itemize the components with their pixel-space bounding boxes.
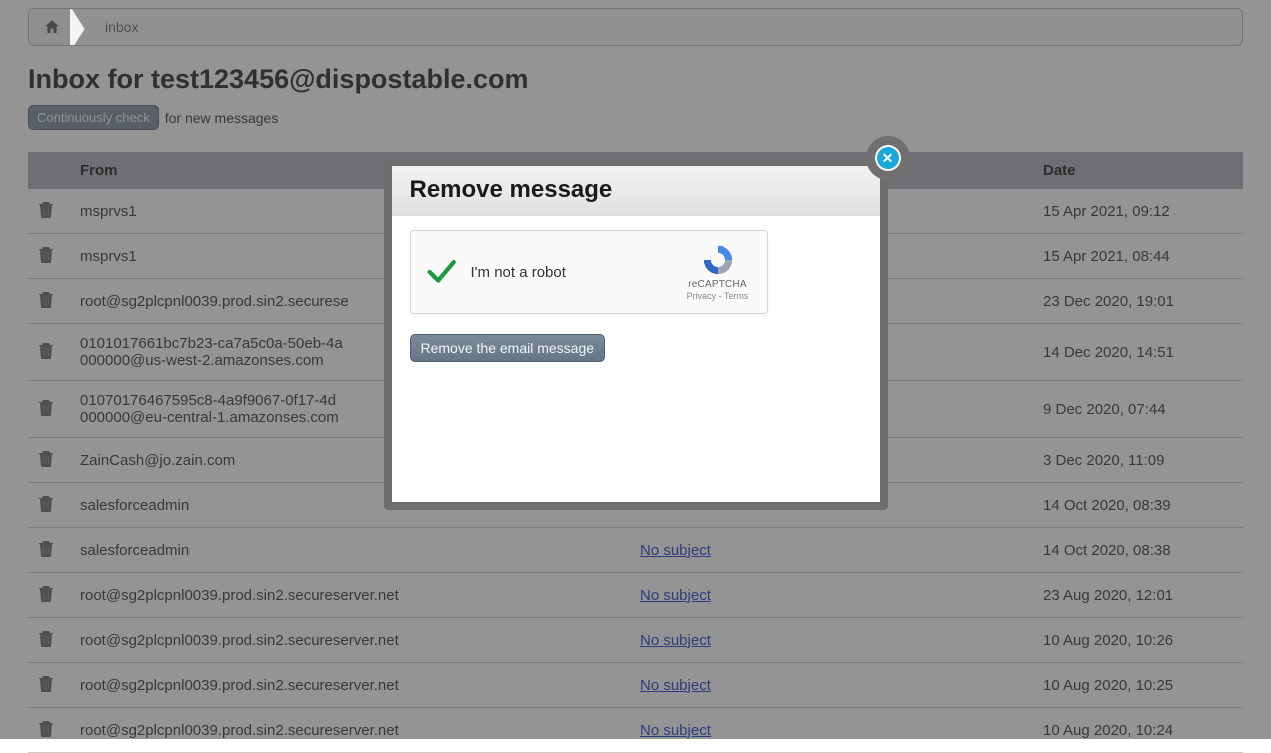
modal-overlay: Remove message I'm not a robot: [0, 0, 1271, 739]
close-icon: ✕: [877, 147, 899, 169]
recaptcha-check-icon: [411, 255, 471, 289]
recaptcha-label: I'm not a robot: [471, 264, 566, 281]
modal-title: Remove message: [392, 166, 880, 216]
recaptcha-brand: reCAPTCHA Privacy - Terms: [679, 239, 757, 305]
modal-close-button[interactable]: ✕: [866, 136, 910, 180]
recaptcha-brand-text: reCAPTCHA: [688, 279, 746, 290]
recaptcha-privacy-link[interactable]: Privacy: [687, 291, 717, 301]
remove-message-modal: Remove message I'm not a robot: [384, 158, 888, 510]
recaptcha-logo-icon: [701, 243, 735, 277]
recaptcha-terms-link[interactable]: Terms: [724, 291, 749, 301]
remove-email-button[interactable]: Remove the email message: [410, 334, 606, 362]
recaptcha-widget[interactable]: I'm not a robot reCAPTCHA Privacy -: [410, 230, 768, 314]
